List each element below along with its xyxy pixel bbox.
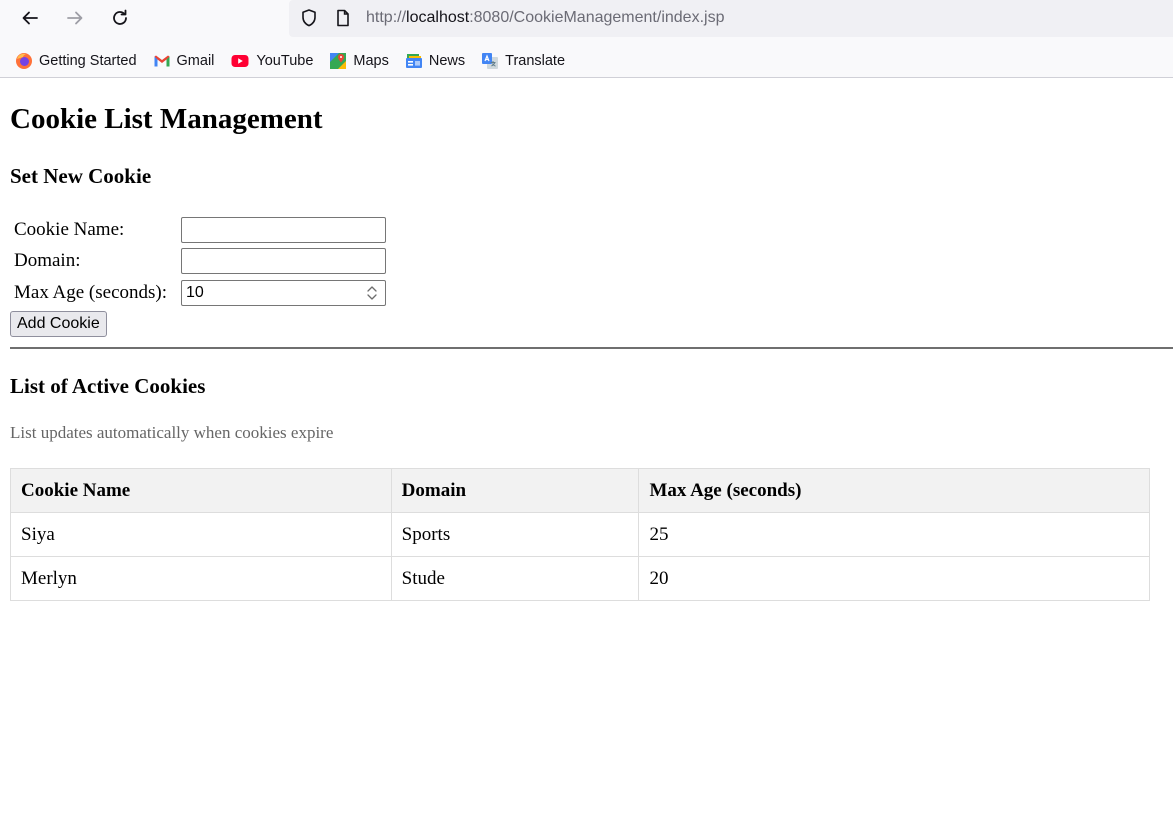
- column-header: Cookie Name: [10, 468, 392, 513]
- table-row: Siya Sports 25: [10, 512, 1150, 557]
- cookie-name-label: Cookie Name:: [14, 219, 125, 240]
- max-age-row: Max Age (seconds):: [14, 280, 386, 306]
- address-bar[interactable]: http://localhost:8080/CookieManagement/i…: [289, 0, 1173, 37]
- maps-icon: [330, 53, 347, 69]
- table-row: Merlyn Stude 20: [10, 556, 1150, 601]
- cookie-name-cell: Merlyn: [10, 556, 392, 601]
- bookmark-gmail[interactable]: Gmail: [153, 52, 215, 70]
- firefox-icon: [16, 53, 32, 69]
- bookmark-youtube[interactable]: YouTube: [230, 52, 313, 70]
- auto-update-note: List updates automatically when cookies …: [10, 423, 334, 442]
- bookmarks-bar: Getting Started Gmail YouTube Maps News …: [15, 50, 581, 72]
- column-header: Domain: [390, 468, 640, 513]
- url-prefix: http://: [366, 9, 407, 26]
- browser-toolbar: http://localhost:8080/CookieManagement/i…: [0, 0, 1173, 78]
- bookmark-label: Gmail: [176, 53, 215, 69]
- add-cookie-button[interactable]: Add Cookie: [10, 311, 107, 337]
- max-age-cell: 20: [638, 556, 1150, 601]
- domain-input[interactable]: [181, 248, 386, 274]
- section-divider: [10, 347, 1173, 349]
- forward-arrow-icon: [67, 11, 83, 25]
- column-header: Max Age (seconds): [638, 468, 1150, 513]
- domain-cell: Stude: [390, 556, 640, 601]
- url-text[interactable]: http://localhost:8080/CookieManagement/i…: [366, 9, 724, 27]
- cookie-name-row: Cookie Name:: [14, 217, 386, 243]
- max-age-cell: 25: [638, 512, 1150, 557]
- bookmark-label: Maps: [353, 53, 389, 69]
- cookies-table: Cookie Name Domain Max Age (seconds) Siy…: [10, 468, 1150, 601]
- bookmark-getting-started[interactable]: Getting Started: [15, 52, 137, 70]
- bookmark-label: Translate: [505, 53, 566, 69]
- domain-row: Domain:: [14, 248, 386, 274]
- reload-button[interactable]: [107, 5, 133, 31]
- bookmark-maps[interactable]: Maps: [329, 52, 389, 70]
- back-button[interactable]: [17, 5, 43, 31]
- page-info-icon[interactable]: [333, 8, 353, 28]
- news-icon: [405, 54, 422, 68]
- forward-button[interactable]: [62, 5, 88, 31]
- youtube-icon: [231, 55, 249, 67]
- bookmark-label: Getting Started: [39, 53, 137, 69]
- url-host: localhost: [406, 9, 470, 26]
- bookmark-translate[interactable]: Translate: [481, 52, 565, 70]
- tracking-shield-icon[interactable]: [299, 8, 319, 28]
- max-age-input[interactable]: [181, 280, 386, 306]
- cookie-name-input[interactable]: [181, 217, 386, 243]
- reload-icon: [113, 9, 127, 25]
- translate-icon: [482, 53, 499, 69]
- max-age-field: [181, 280, 386, 306]
- max-age-label: Max Age (seconds):: [14, 282, 168, 303]
- gmail-icon: [154, 55, 170, 67]
- cookie-name-cell: Siya: [10, 512, 392, 557]
- bookmark-label: News: [428, 53, 466, 69]
- bookmark-news[interactable]: News: [405, 52, 465, 70]
- spinner-arrows-icon[interactable]: [364, 283, 380, 303]
- back-arrow-icon: [22, 11, 38, 25]
- bookmark-label: YouTube: [256, 53, 314, 69]
- url-path: :8080/CookieManagement/index.jsp: [469, 9, 725, 26]
- page-title: Cookie List Management: [10, 103, 323, 135]
- domain-cell: Sports: [390, 512, 640, 557]
- table-header-row: Cookie Name Domain Max Age (seconds): [10, 468, 1150, 513]
- domain-label: Domain:: [14, 250, 81, 271]
- form-heading: Set New Cookie: [10, 164, 152, 188]
- list-heading: List of Active Cookies: [10, 374, 206, 398]
